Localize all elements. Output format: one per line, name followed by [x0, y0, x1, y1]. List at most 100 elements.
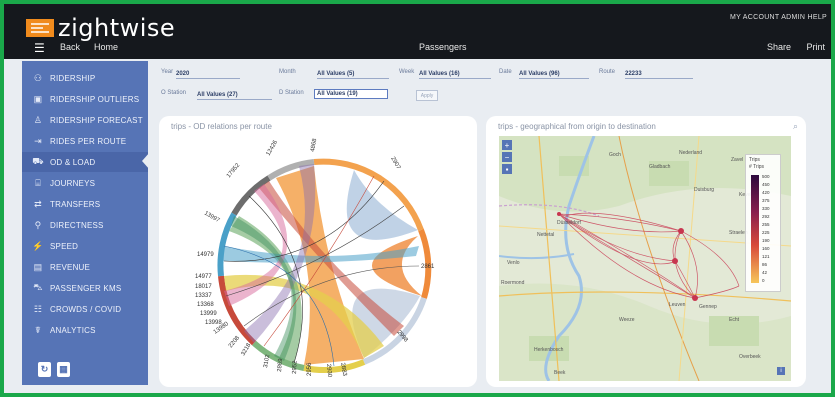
sidebar-item-od-load[interactable]: ⛟ OD & LOAD: [22, 152, 148, 172]
sidebar-item-revenue[interactable]: ▤ REVENUE: [22, 257, 148, 277]
sidebar-item-label: REVENUE: [50, 262, 91, 272]
map-place-label: Nettetal: [537, 232, 554, 238]
sidebar-item-analytics[interactable]: ☤ ANALYTICS: [22, 320, 148, 340]
sidebar-item-ridership[interactable]: ⚇ RIDERSHIP: [22, 68, 148, 88]
sidebar-item-transfers[interactable]: ⇄ TRANSFERS: [22, 194, 148, 214]
sidebar-item-speed[interactable]: ⚡ SPEED: [22, 236, 148, 256]
map-place-label: Echt: [729, 317, 740, 323]
map-place-label: Beek: [554, 370, 566, 376]
active-indicator: [142, 152, 150, 170]
sidebar-item-crowds-covid[interactable]: ☷ CROWDS / COVID: [22, 299, 148, 319]
sidebar-item-journeys[interactable]: ⌸ JOURNEYS: [22, 173, 148, 193]
sidebar-item-label: RIDERSHIP: [50, 73, 96, 83]
sidebar-item-ridership-outliers[interactable]: ▣ RIDERSHIP OUTLIERS: [22, 89, 148, 109]
legend-value: 121: [762, 254, 770, 259]
legend-value: 330: [762, 206, 770, 211]
back-link[interactable]: Back: [60, 42, 80, 52]
hamburger-icon[interactable]: ☰: [34, 41, 45, 55]
map-place-label: Goch: [609, 152, 621, 158]
sidebar-item-directness[interactable]: ⚲ DIRECTNESS: [22, 215, 148, 235]
calendar-icon[interactable]: ▦: [57, 362, 70, 377]
map-view[interactable]: Nederland Zavel Gladbach Duisburg Düssel…: [499, 136, 791, 381]
sidebar-item-label: OD & LOAD: [50, 157, 96, 167]
layers-button[interactable]: ▪: [502, 164, 512, 174]
apply-button[interactable]: Apply: [416, 90, 438, 101]
revenue-icon: ▤: [33, 261, 43, 272]
search-icon[interactable]: ⌕: [793, 121, 798, 132]
map-place-label: Zavel: [731, 157, 743, 163]
refresh-icon[interactable]: ↻: [38, 362, 51, 377]
account-menu[interactable]: MY ACCOUNT ADMIN HELP: [730, 14, 827, 21]
legend-value: 0: [762, 278, 765, 283]
legend-value: 190: [762, 238, 770, 243]
route-label: Route: [599, 69, 616, 75]
route-select[interactable]: 22233: [625, 71, 693, 79]
chord-label: 14977: [195, 274, 212, 280]
legend-value: 375: [762, 198, 770, 203]
route-sign-icon: ⇥: [34, 135, 42, 146]
sidebar-item-rides-per-route[interactable]: ⇥ RIDES PER ROUTE: [22, 131, 148, 151]
zoom-in-button[interactable]: +: [502, 140, 512, 150]
year-select[interactable]: 2020: [176, 71, 240, 79]
map-place-label: Venlo: [507, 260, 520, 266]
week-select[interactable]: All Values (16): [419, 71, 491, 79]
print-button[interactable]: Print: [806, 42, 825, 52]
sidebar-item-label: CROWDS / COVID: [50, 304, 122, 314]
legend-value: 255: [762, 222, 770, 227]
chord-label: 2861: [421, 264, 435, 270]
home-link[interactable]: Home: [94, 42, 118, 52]
d-station-select[interactable]: All Values (19): [314, 89, 388, 99]
legend-title: Trips: [749, 157, 760, 163]
info-icon[interactable]: i: [777, 367, 785, 375]
chord-label: 18017: [195, 284, 212, 290]
o-station-label: O Station: [161, 90, 187, 96]
map-place-label: Weeze: [619, 317, 635, 323]
legend-subtitle: # Trips: [749, 164, 765, 170]
chord-label: 13999: [200, 311, 217, 317]
legend-value: 225: [762, 230, 770, 235]
legend-scale: [751, 175, 759, 283]
chord-panel: trips - OD relations per route 12426 486…: [159, 116, 477, 387]
map-legend: Trips # Trips 500 450 420 375 330 292 25…: [745, 154, 781, 292]
logo-text: zightwise: [58, 14, 176, 42]
sidebar-item-passenger-kms[interactable]: ⛍ PASSENGER KMS: [22, 278, 148, 298]
filter-bar: Year 2020 Month All Values (5) Week All …: [159, 66, 819, 106]
date-label: Date: [499, 69, 512, 75]
map-place-label: Gladbach: [649, 164, 671, 170]
speed-icon: ⚡: [32, 240, 44, 251]
legend-value: 420: [762, 190, 770, 195]
date-select[interactable]: All Values (96): [519, 71, 589, 79]
sidebar-item-label: TRANSFERS: [50, 199, 101, 209]
sidebar-item-label: RIDES PER ROUTE: [50, 136, 127, 146]
sidebar-item-label: RIDERSHIP OUTLIERS: [50, 94, 140, 104]
sidebar-item-label: JOURNEYS: [50, 178, 96, 188]
zoom-out-button[interactable]: −: [502, 152, 512, 162]
sidebar-item-ridership-forecast[interactable]: ♙ RIDERSHIP FORECAST: [22, 110, 148, 130]
legend-value: 160: [762, 246, 770, 251]
chord-label: 13368: [197, 302, 214, 308]
sidebar-item-label: RIDERSHIP FORECAST: [50, 115, 143, 125]
sidebar-item-label: SPEED: [50, 241, 79, 251]
month-select[interactable]: All Values (5): [317, 71, 389, 79]
chord-diagram[interactable]: 12426 4868 2907 17952 13997 14979 14977 …: [159, 116, 477, 387]
map-place-label: Overbeek: [739, 354, 761, 360]
legend-value: 292: [762, 214, 770, 219]
panel-title: trips - geographical from origin to dest…: [498, 122, 656, 131]
sidebar-footer: ↻ ▦: [38, 362, 70, 377]
transfers-icon: ⇄: [34, 198, 42, 209]
logo[interactable]: zightwise: [26, 14, 175, 42]
analytics-icon: ☤: [34, 324, 42, 335]
page-title: Passengers: [419, 42, 467, 52]
map-place-label: Herkenbosch: [534, 347, 564, 353]
ridership-icon: ⚇: [33, 72, 43, 83]
chord-label: 4868: [310, 138, 318, 153]
legend-value: 86: [762, 262, 768, 267]
share-button[interactable]: Share: [767, 42, 791, 52]
app-frame: zightwise ☰ Back Home Passengers MY ACCO…: [4, 4, 831, 393]
legend-value: 42: [762, 270, 768, 275]
o-station-select[interactable]: All Values (27): [197, 92, 272, 100]
outliers-icon: ▣: [33, 93, 43, 104]
month-label: Month: [279, 69, 296, 75]
od-load-icon: ⛟: [32, 156, 44, 166]
sidebar-item-label: DIRECTNESS: [50, 220, 104, 230]
